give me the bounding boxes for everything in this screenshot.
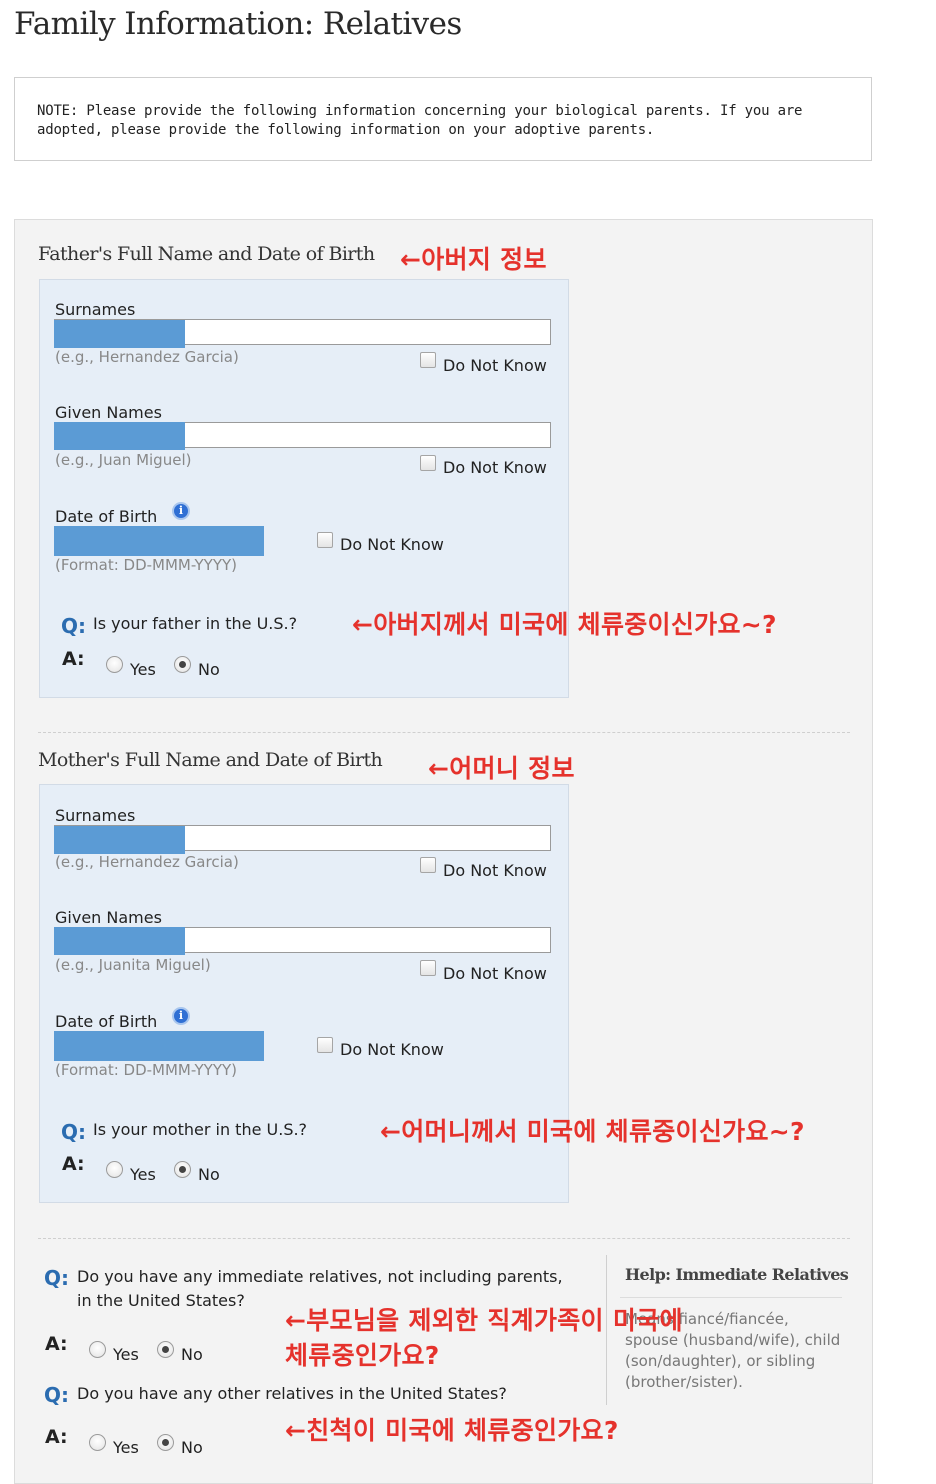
section-divider: [38, 732, 850, 733]
father-dob-dnk-label: Do Not Know: [340, 535, 444, 554]
immediate-relatives-question-line2: in the United States?: [77, 1291, 245, 1310]
mother-surnames-dnk-label: Do Not Know: [443, 861, 547, 880]
help-title: Help: Immediate Relatives: [625, 1265, 849, 1284]
mother-dob-input[interactable]: [54, 1031, 264, 1061]
father-given-dnk-label: Do Not Know: [443, 458, 547, 477]
mother-section-title: Mother's Full Name and Date of Birth: [38, 749, 383, 771]
father-in-us-question: Is your father in the U.S.?: [93, 614, 298, 633]
mother-dob-dnk-label: Do Not Know: [340, 1040, 444, 1059]
mother-surnames-dnk-checkbox[interactable]: [420, 857, 436, 873]
mother-given-dnk-label: Do Not Know: [443, 964, 547, 983]
q-mark: Q:: [61, 614, 86, 638]
father-annotation: ←아버지 정보: [400, 245, 547, 274]
father-given-dnk-checkbox[interactable]: [420, 455, 436, 471]
immediate-relatives-yes-radio[interactable]: [89, 1341, 106, 1358]
mother-in-us-question: Is your mother in the U.S.?: [93, 1120, 308, 1139]
father-dob-dnk-checkbox[interactable]: [317, 532, 333, 548]
note-text: NOTE: Please provide the following infor…: [37, 103, 803, 138]
yes-label: Yes: [113, 1345, 139, 1364]
father-given-hint: (e.g., Juan Miguel): [55, 451, 192, 469]
mother-given-hint: (e.g., Juanita Miguel): [55, 956, 211, 974]
mother-dob-dnk-checkbox[interactable]: [317, 1037, 333, 1053]
father-section-title: Father's Full Name and Date of Birth: [38, 243, 375, 265]
father-surnames-dnk-checkbox[interactable]: [420, 352, 436, 368]
mother-given-dnk-checkbox[interactable]: [420, 960, 436, 976]
a-mark: A:: [45, 1333, 68, 1355]
a-mark: A:: [62, 1153, 85, 1175]
yes-label: Yes: [130, 1165, 156, 1184]
mother-given-label: Given Names: [55, 908, 162, 927]
other-relatives-yes-radio[interactable]: [89, 1434, 106, 1451]
immediate-relatives-no-radio[interactable]: [157, 1341, 174, 1358]
help-title-rule: [620, 1297, 842, 1298]
father-dob-input[interactable]: [54, 526, 264, 556]
mother-surnames-hint: (e.g., Hernandez Garcia): [55, 853, 239, 871]
father-surnames-label: Surnames: [55, 300, 136, 319]
q-mark: Q:: [44, 1383, 69, 1407]
page-title: Family Information: Relatives: [14, 6, 462, 42]
father-question-annotation: ←아버지께서 미국에 체류중이신가요~?: [352, 610, 777, 639]
redaction-box: [54, 320, 185, 348]
father-dob-hint: (Format: DD-MMM-YYYY): [55, 556, 238, 574]
immediate-relatives-annotation-line1: ←부모님을 제외한 직계가족이 미국에: [285, 1306, 683, 1335]
section-divider: [38, 1238, 850, 1239]
father-in-us-no-radio[interactable]: [174, 656, 191, 673]
father-in-us-yes-radio[interactable]: [106, 656, 123, 673]
info-icon[interactable]: i: [172, 1007, 190, 1025]
redaction-box: [54, 927, 185, 955]
other-relatives-annotation: ←친척이 미국에 체류중인가요?: [285, 1416, 619, 1445]
mother-question-annotation: ←어머니께서 미국에 체류중이신가요~?: [380, 1117, 805, 1146]
immediate-relatives-annotation-line2: 체류중인가요?: [285, 1341, 440, 1370]
mother-in-us-no-radio[interactable]: [174, 1161, 191, 1178]
yes-label: Yes: [113, 1438, 139, 1457]
mother-in-us-yes-radio[interactable]: [106, 1161, 123, 1178]
mother-dob-label: Date of Birth: [55, 1012, 158, 1031]
father-surnames-dnk-label: Do Not Know: [443, 356, 547, 375]
info-icon[interactable]: i: [172, 502, 190, 520]
q-mark: Q:: [44, 1266, 69, 1290]
other-relatives-question: Do you have any other relatives in the U…: [77, 1384, 507, 1403]
immediate-relatives-question-line1: Do you have any immediate relatives, not…: [77, 1267, 563, 1286]
father-surnames-hint: (e.g., Hernandez Garcia): [55, 348, 239, 366]
redaction-box: [54, 422, 185, 450]
father-dob-label: Date of Birth: [55, 507, 158, 526]
mother-annotation: ←어머니 정보: [428, 754, 575, 783]
mother-dob-hint: (Format: DD-MMM-YYYY): [55, 1061, 238, 1079]
other-relatives-no-radio[interactable]: [157, 1434, 174, 1451]
yes-label: Yes: [130, 660, 156, 679]
a-mark: A:: [62, 648, 85, 670]
redaction-box: [54, 826, 185, 854]
no-label: No: [198, 660, 220, 679]
father-given-label: Given Names: [55, 403, 162, 422]
a-mark: A:: [45, 1426, 68, 1448]
no-label: No: [198, 1165, 220, 1184]
q-mark: Q:: [61, 1120, 86, 1144]
no-label: No: [181, 1438, 203, 1457]
mother-surnames-label: Surnames: [55, 806, 136, 825]
no-label: No: [181, 1345, 203, 1364]
